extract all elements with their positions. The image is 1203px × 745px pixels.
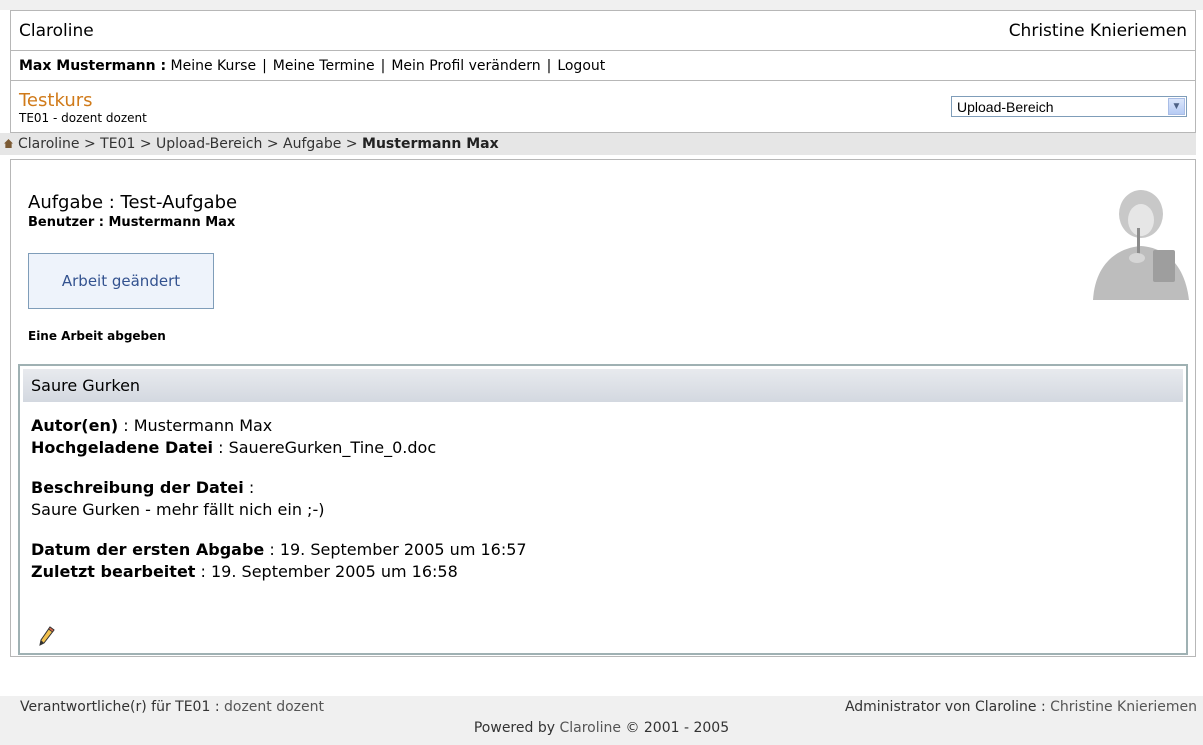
powered-prefix: Powered by [473,720,556,736]
footer-info: Verantwortliche(r) für TE01 : dozent doz… [0,696,1203,718]
user-menu: Max Mustermann : Meine Kurse | Meine Termi… [19,58,605,74]
first-date-label: Datum der ersten Abgabe [31,540,265,559]
task-user-label: Benutzer : [28,215,104,230]
submission-title: Saure Gurken [23,369,1183,402]
breadcrumb: Claroline > TE01 > Upload-Bereich > Aufg… [0,133,1196,155]
user-name: Max Mustermann : [19,57,167,74]
author-row: Autor(en) : Mustermann Max [31,415,1186,437]
site-bar: Claroline Christine Knieriemen [10,10,1196,51]
responsible-link[interactable]: dozent dozent [224,699,324,715]
admin-name-link[interactable]: Christine Knieriemen [1009,21,1187,41]
breadcrumb-separator: > [139,136,152,152]
page-header: Claroline Christine Knieriemen Max Muste… [10,10,1196,133]
footer: Verantwortliche(r) für TE01 : dozent doz… [0,696,1203,745]
link-my-courses[interactable]: Meine Kurse [171,58,257,74]
first-date-value: : 19. September 2005 um 16:57 [264,540,527,559]
breadcrumb-claroline[interactable]: Claroline [18,136,80,152]
powered-suffix: © 2001 - 2005 [625,720,730,736]
description-row: Beschreibung der Datei : [31,477,1186,499]
submit-work-link[interactable]: Eine Arbeit abgeben [28,329,166,343]
breadcrumb-separator: > [266,136,279,152]
link-logout[interactable]: Logout [557,58,605,74]
breadcrumb-task[interactable]: Aufgabe [283,136,341,152]
link-my-appointments[interactable]: Meine Termine [273,58,375,74]
admin-label: Administrator von Claroline : [844,699,1046,715]
edit-submission-button[interactable]: Arbeit geändert [28,253,214,309]
submission-card: Saure Gurken Autor(en) : Mustermann Max … [18,364,1188,655]
pencil-icon[interactable] [39,626,55,646]
description-colon: : [243,478,255,497]
last-edit-value: : 19. September 2005 um 16:58 [195,562,458,581]
admin-info: Administrator von Claroline : Christine … [845,699,1197,715]
description-label: Beschreibung der Datei [31,478,244,497]
breadcrumb-separator: > [345,136,358,152]
tool-select-value: Upload-Bereich [957,98,1054,115]
separator: | [546,57,552,74]
admin-link[interactable]: Christine Knieriemen [1050,699,1197,715]
course-bar: Testkurs TE01 - dozent dozent Upload-Ber… [10,81,1196,133]
responsible-info: Verantwortliche(r) für TE01 : dozent doz… [20,699,324,715]
powered-by: Powered by Claroline © 2001 - 2005 [0,720,1203,736]
course-info: Testkurs TE01 - dozent dozent [19,89,147,125]
description-value: Saure Gurken - mehr fällt nich ein ;-) [31,500,325,519]
author-value: : Mustermann Max [118,416,273,435]
site-title-link[interactable]: Claroline [19,21,94,41]
first-date-row: Datum der ersten Abgabe : 19. September … [31,539,1186,561]
separator: | [380,57,386,74]
file-row: Hochgeladene Datei : SauereGurken_Tine_0… [31,437,1186,459]
last-edit-row: Zuletzt bearbeitet : 19. September 2005 … [31,561,1186,583]
home-icon [4,138,13,151]
tool-select[interactable]: Upload-Bereich ▼ [951,96,1187,117]
top-spacer [0,0,1203,10]
last-edit-label: Zuletzt bearbeitet [31,562,196,581]
file-value: : SauereGurken_Tine_0.doc [213,438,437,457]
submission-details: Autor(en) : Mustermann Max Hochgeladene … [20,405,1186,583]
user-bar: Max Mustermann : Meine Kurse | Meine Termi… [10,51,1196,81]
link-edit-profile[interactable]: Mein Profil verändern [391,58,540,74]
claroline-link[interactable]: Claroline [559,720,621,736]
breadcrumb-current: Mustermann Max [362,136,499,152]
course-subtitle: TE01 - dozent dozent [19,110,147,125]
chevron-down-icon[interactable]: ▼ [1168,98,1185,115]
file-label: Hochgeladene Datei [31,438,214,457]
breadcrumb-upload[interactable]: Upload-Bereich [156,136,262,152]
task-user: Benutzer : Mustermann Max [28,215,235,230]
separator: | [262,57,267,74]
author-label: Autor(en) [31,416,119,435]
main-content: Aufgabe : Test-Aufgabe Benutzer : Muster… [10,159,1196,657]
breadcrumb-course[interactable]: TE01 [100,136,135,152]
sappho-portrait-image [1085,186,1189,300]
responsible-label: Verantwortliche(r) für TE01 : [20,699,220,715]
task-user-value: Mustermann Max [108,215,236,230]
task-title: Aufgabe : Test-Aufgabe [28,192,238,213]
course-title[interactable]: Testkurs [19,90,147,111]
breadcrumb-separator: > [83,136,96,152]
